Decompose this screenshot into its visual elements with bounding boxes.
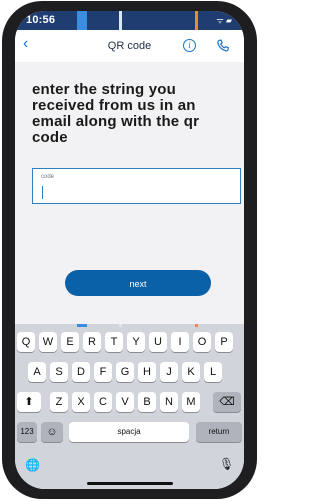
key-x[interactable]: X [72, 392, 90, 412]
shift-key[interactable]: ⬆ [17, 392, 41, 412]
status-icons: ᯤ ▰ [216, 16, 232, 25]
keyboard-stripe [195, 324, 198, 327]
key-j[interactable]: J [160, 362, 178, 382]
content-area: enter the string you received from us in… [15, 62, 244, 324]
key-g[interactable]: G [116, 362, 134, 382]
key-n[interactable]: N [160, 392, 178, 412]
phone-frame: 10:56 ᯤ ▰ ‹ QR code i enter the string y… [2, 1, 257, 499]
code-field-label: code [41, 174, 55, 180]
emoji-key[interactable]: ☺ [41, 422, 63, 442]
status-bar-stripe [195, 11, 198, 30]
microphone-icon[interactable]: 🎙 [219, 457, 234, 471]
return-key[interactable]: return [196, 422, 242, 442]
key-p[interactable]: P [215, 332, 233, 352]
key-y[interactable]: Y [127, 332, 145, 352]
delete-key[interactable]: ⌫ [213, 392, 241, 412]
space-key[interactable]: spacja [69, 422, 189, 442]
page-title: QR code [107, 40, 152, 52]
nav-bar: ‹ QR code i [15, 30, 244, 63]
code-field[interactable]: code [32, 168, 241, 204]
key-l[interactable]: L [204, 362, 222, 382]
key-e[interactable]: E [61, 332, 79, 352]
key-f[interactable]: F [94, 362, 112, 382]
key-u[interactable]: U [149, 332, 167, 352]
keyboard: Q W E R T Y U I O P A S D F G H J K L ⬆ … [15, 324, 244, 489]
key-i[interactable]: I [171, 332, 189, 352]
key-h[interactable]: H [138, 362, 156, 382]
key-b[interactable]: B [138, 392, 156, 412]
key-q[interactable]: Q [17, 332, 35, 352]
key-m[interactable]: M [182, 392, 200, 412]
status-time: 10:56 [26, 14, 56, 26]
status-bar: 10:56 ᯤ ▰ [15, 11, 244, 30]
shift-icon: ⬆ [24, 396, 34, 408]
key-d[interactable]: D [72, 362, 90, 382]
instruction-heading: enter the string you received from us in… [32, 81, 200, 146]
keyboard-stripe [77, 324, 87, 327]
key-k[interactable]: K [182, 362, 200, 382]
numbers-key[interactable]: 123 [17, 422, 37, 442]
text-caret [42, 186, 43, 199]
home-indicator [87, 482, 173, 485]
globe-icon[interactable]: 🌐 [25, 458, 40, 472]
keyboard-stripe [119, 324, 122, 327]
key-c[interactable]: C [94, 392, 112, 412]
phone-icon[interactable] [215, 38, 231, 54]
info-icon[interactable]: i [183, 39, 196, 52]
key-z[interactable]: Z [50, 392, 68, 412]
key-t[interactable]: T [105, 332, 123, 352]
code-input[interactable] [40, 183, 230, 199]
emoji-icon: ☺ [46, 426, 58, 438]
next-button[interactable]: next [65, 270, 211, 296]
key-o[interactable]: O [193, 332, 211, 352]
delete-icon: ⌫ [219, 396, 235, 408]
key-r[interactable]: R [83, 332, 101, 352]
status-bar-stripe [77, 11, 87, 30]
status-bar-stripe [119, 11, 122, 30]
screen: 10:56 ᯤ ▰ ‹ QR code i enter the string y… [15, 11, 244, 489]
key-w[interactable]: W [39, 332, 57, 352]
key-s[interactable]: S [50, 362, 68, 382]
key-v[interactable]: V [116, 392, 134, 412]
key-a[interactable]: A [28, 362, 46, 382]
